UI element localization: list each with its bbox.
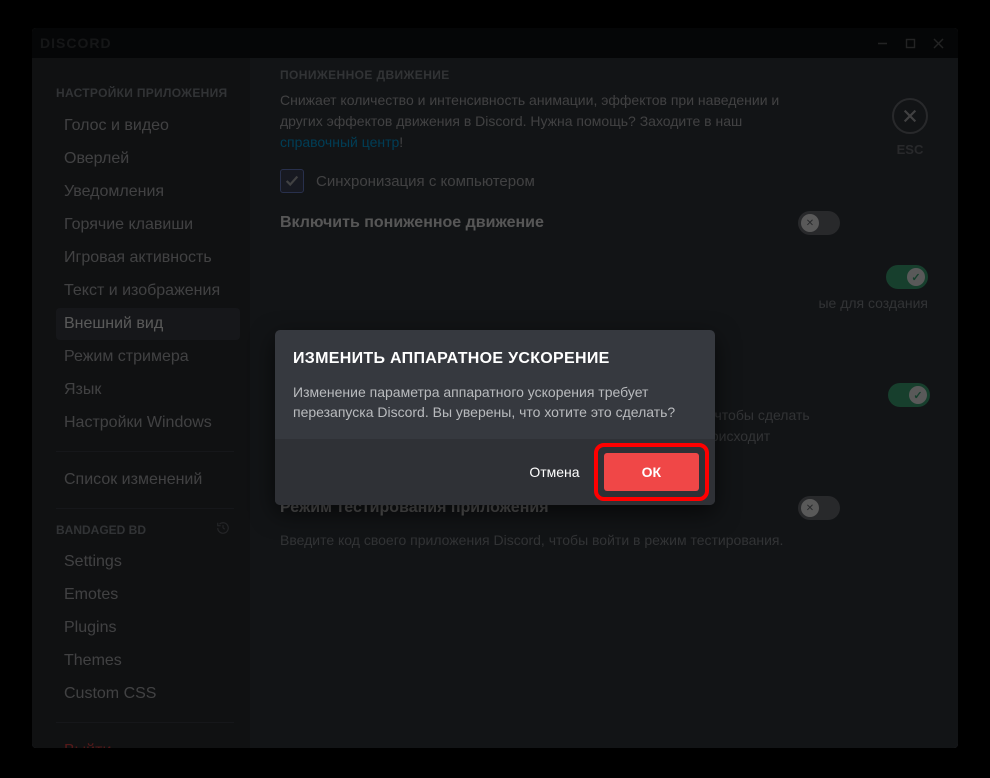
modal-actions: Отмена ОК bbox=[275, 439, 715, 505]
viewport: DISCORD НАСТРОЙКИ ПРИЛОЖЕНИЯ Голос и вид… bbox=[0, 0, 990, 778]
cancel-button[interactable]: Отмена bbox=[515, 454, 593, 490]
ok-button[interactable]: ОК bbox=[604, 453, 699, 491]
modal-body: ИЗМЕНИТЬ АППАРАТНОЕ УСКОРЕНИЕ Изменение … bbox=[275, 330, 715, 439]
hardware-accel-modal: ИЗМЕНИТЬ АППАРАТНОЕ УСКОРЕНИЕ Изменение … bbox=[275, 330, 715, 505]
modal-text: Изменение параметра аппаратного ускорени… bbox=[293, 382, 697, 423]
discord-window: DISCORD НАСТРОЙКИ ПРИЛОЖЕНИЯ Голос и вид… bbox=[32, 28, 958, 748]
modal-title: ИЗМЕНИТЬ АППАРАТНОЕ УСКОРЕНИЕ bbox=[293, 350, 697, 368]
